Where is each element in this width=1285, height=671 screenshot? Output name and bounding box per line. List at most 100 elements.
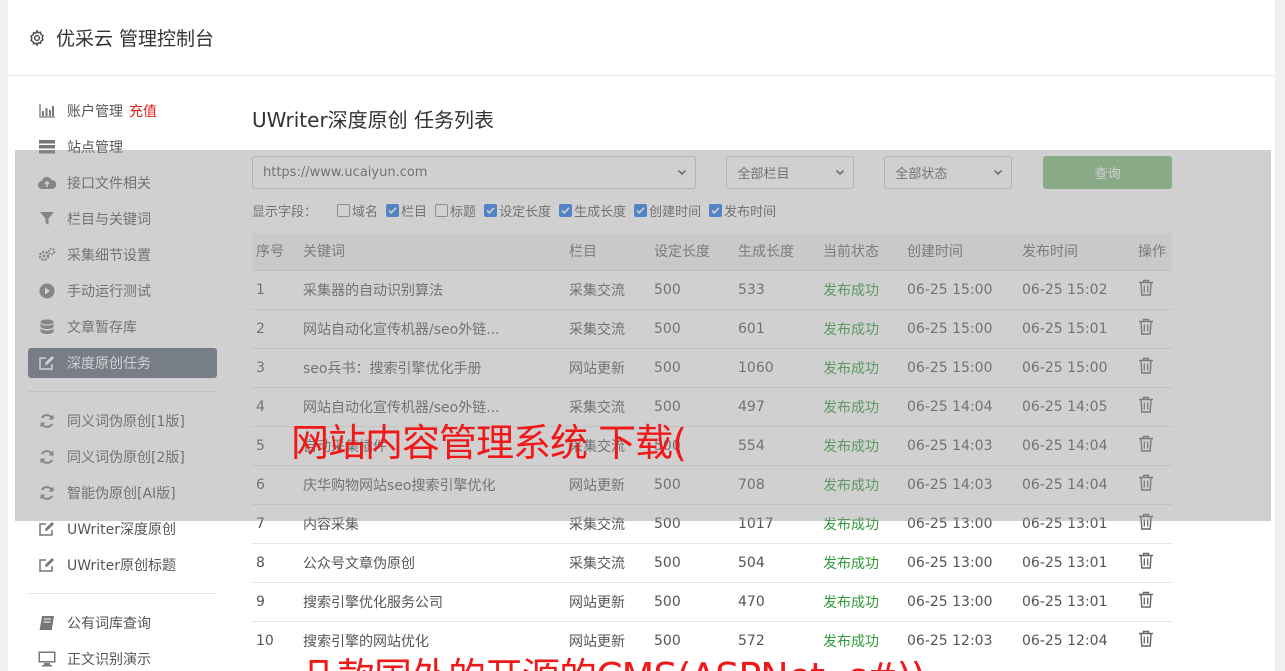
checkbox-checked-icon[interactable]	[634, 203, 648, 217]
status-select[interactable]: 全部状态	[884, 155, 1013, 189]
chevron-down-icon	[994, 169, 1003, 176]
table-cell-actions	[1134, 464, 1172, 504]
trash-icon[interactable]	[1138, 396, 1154, 413]
sidebar-item-label: 同义词伪原创[2版]	[67, 450, 185, 466]
table-cell: 采集交流	[565, 503, 650, 543]
recharge-link[interactable]: 充值	[129, 101, 157, 121]
filter-bar: https://www.ucaiyun.com 全部栏目 全部状态 查询	[252, 155, 1172, 189]
sidebar-item-label: 账户管理	[67, 104, 123, 120]
refresh-icon	[38, 413, 56, 429]
table-cell: 601	[734, 308, 819, 348]
table-cell: 554	[734, 425, 819, 465]
sidebar-item-collect-settings[interactable]: 采集细节设置	[28, 240, 217, 270]
sidebar: 账户管理 充值 站点管理 接口文件相关 栏目与关键词 采集细节设置 手动运行测试…	[28, 96, 217, 671]
cloud-upload-icon	[38, 175, 56, 191]
field-checkbox[interactable]: 发布时间	[709, 201, 776, 220]
table-cell: 500	[650, 347, 734, 387]
sidebar-item-sites[interactable]: 站点管理	[28, 132, 217, 162]
table-cell: 06-25 13:01	[1018, 581, 1134, 621]
trash-icon[interactable]	[1138, 591, 1154, 608]
table-cell: 06-25 15:02	[1018, 269, 1134, 309]
table-cell: 06-25 13:00	[903, 581, 1018, 621]
table-cell: 06-25 14:04	[903, 386, 1018, 426]
table-cell: 06-25 15:00	[903, 308, 1018, 348]
table-cell-actions	[1134, 620, 1172, 660]
table-cell-actions	[1134, 269, 1172, 309]
refresh-icon	[38, 449, 56, 465]
field-checkbox-label: 域名	[352, 204, 379, 220]
checkbox-checked-icon[interactable]	[386, 203, 400, 217]
sidebar-item-label: 深度原创任务	[67, 356, 151, 372]
table-cell: 708	[734, 464, 819, 504]
trash-icon[interactable]	[1138, 552, 1154, 569]
table-cell: 发布成功	[819, 464, 903, 504]
query-button[interactable]: 查询	[1043, 155, 1172, 189]
sidebar-item-article-storage[interactable]: 文章暂存库	[28, 312, 217, 342]
table-cell: 采集交流	[565, 542, 650, 582]
sidebar-item-columns-keywords[interactable]: 栏目与关键词	[28, 204, 217, 234]
sidebar-item-account[interactable]: 账户管理 充值	[28, 96, 217, 126]
edit-icon	[38, 521, 56, 537]
sidebar-item-interface-files[interactable]: 接口文件相关	[28, 168, 217, 198]
filter-icon	[38, 211, 56, 227]
table-cell: 500	[650, 581, 734, 621]
trash-icon[interactable]	[1138, 279, 1154, 296]
trash-icon[interactable]	[1138, 318, 1154, 335]
sidebar-item-label: 采集细节设置	[67, 248, 151, 264]
checkbox-checked-icon[interactable]	[484, 203, 498, 217]
trash-icon[interactable]	[1138, 513, 1154, 530]
sidebar-item-public-lexicon[interactable]: 公有词库查询	[28, 608, 217, 638]
table-cell-actions	[1134, 542, 1172, 582]
field-checkbox[interactable]: 域名	[337, 201, 378, 220]
table-cell: 500	[650, 308, 734, 348]
trash-icon[interactable]	[1138, 630, 1154, 647]
gear-icon	[30, 28, 44, 47]
table-cell: 发布成功	[819, 386, 903, 426]
sidebar-item-uwriter-deep[interactable]: UWriter深度原创	[28, 514, 217, 544]
checkbox-unchecked-icon[interactable]	[435, 203, 449, 217]
table-cell: 06-25 15:00	[903, 347, 1018, 387]
sidebar-item-synonym-v2[interactable]: 同义词伪原创[2版]	[28, 442, 217, 472]
table-cell: 内容采集	[299, 503, 565, 543]
refresh-icon	[38, 485, 56, 501]
console-card: 优采云 管理控制台 账户管理 充值 站点管理 接口文件相关 栏目与关键词 采集细…	[8, 0, 1275, 671]
sidebar-item-deep-original-tasks[interactable]: 深度原创任务	[28, 348, 217, 378]
checkbox-checked-icon[interactable]	[709, 203, 723, 217]
field-checkbox[interactable]: 标题	[435, 201, 476, 220]
table-cell: 采集器的自动识别算法	[299, 269, 565, 309]
main-content: UWriter深度原创 任务列表 https://www.ucaiyun.com…	[252, 100, 1172, 660]
field-checkbox-label: 标题	[450, 204, 477, 220]
table-cell: 06-25 15:01	[1018, 308, 1134, 348]
table-cell-actions	[1134, 503, 1172, 543]
table-cell: 搜索引擎优化服务公司	[299, 581, 565, 621]
sidebar-item-label: 栏目与关键词	[67, 212, 151, 228]
table-cell: 497	[734, 386, 819, 426]
field-checkbox[interactable]: 栏目	[386, 201, 427, 220]
table-cell: 发布成功	[819, 581, 903, 621]
trash-icon[interactable]	[1138, 435, 1154, 452]
checkbox-unchecked-icon[interactable]	[337, 203, 351, 217]
column-header: 序号	[256, 244, 284, 261]
table-row: 7 内容采集 采集交流 500 1017 发布成功 06-25 13:00 06-25 13:…	[252, 503, 1172, 543]
field-checkbox[interactable]: 设定长度	[484, 201, 551, 220]
table-cell: 采集交流	[565, 269, 650, 309]
sidebar-item-label: UWriter原创标题	[67, 558, 176, 574]
column-select[interactable]: 全部栏目	[726, 155, 855, 189]
checkbox-checked-icon[interactable]	[559, 203, 573, 217]
table-cell: 公众号文章伪原创	[299, 542, 565, 582]
table-cell: 网站更新	[565, 464, 650, 504]
sidebar-item-body-recognition[interactable]: 正文识别演示	[28, 644, 217, 671]
field-checkbox[interactable]: 生成长度	[559, 201, 626, 220]
sidebar-item-synonym-v1[interactable]: 同义词伪原创[1版]	[28, 406, 217, 436]
trash-icon[interactable]	[1138, 357, 1154, 374]
table-cell: 06-25 13:00	[903, 542, 1018, 582]
table-cell: 发布成功	[819, 269, 903, 309]
sidebar-item-uwriter-title[interactable]: UWriter原创标题	[28, 550, 217, 580]
site-select[interactable]: https://www.ucaiyun.com	[252, 155, 697, 189]
sidebar-item-ai-rewrite[interactable]: 智能伪原创[AI版]	[28, 478, 217, 508]
database-icon	[38, 319, 56, 335]
field-checkbox[interactable]: 创建时间	[634, 201, 701, 220]
sidebar-item-manual-test[interactable]: 手动运行测试	[28, 276, 217, 306]
table-cell: 500	[650, 269, 734, 309]
trash-icon[interactable]	[1138, 474, 1154, 491]
